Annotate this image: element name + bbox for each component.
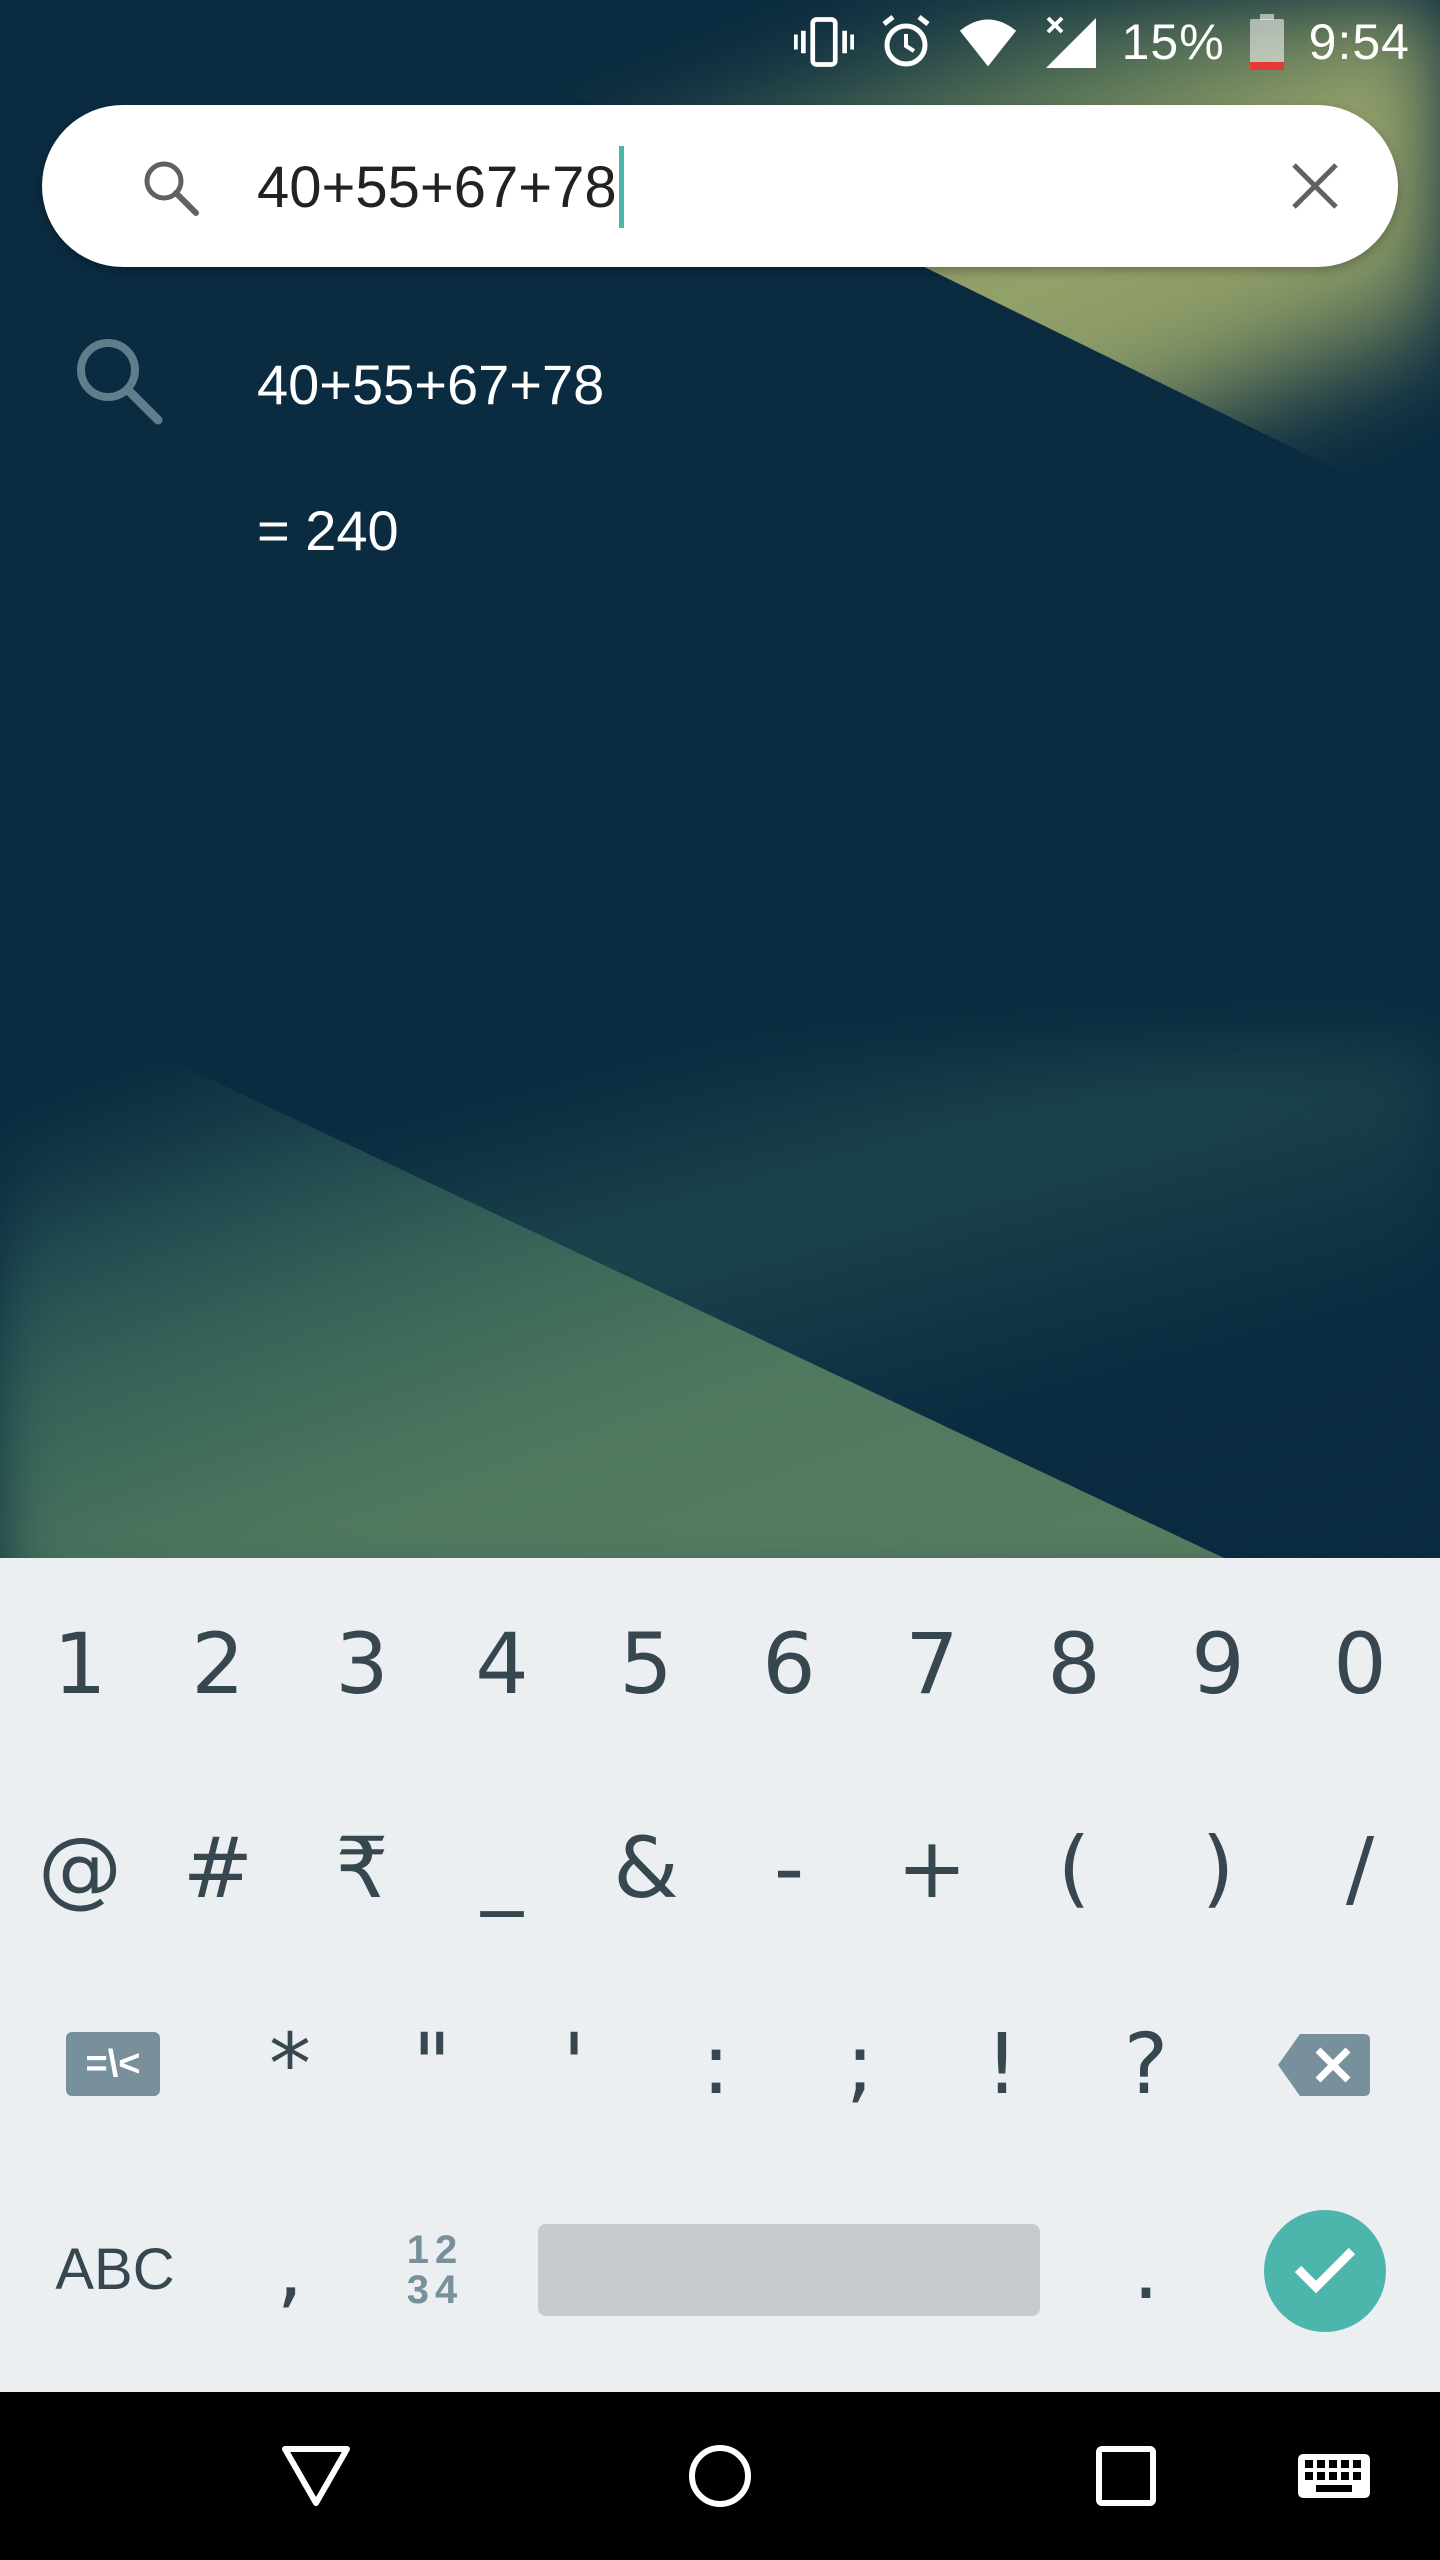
clear-search-button[interactable] — [1280, 151, 1350, 221]
key-digit-9[interactable]: 9 — [1148, 1579, 1288, 1749]
key-at[interactable]: @ — [10, 1783, 150, 1953]
clock: 9:54 — [1308, 14, 1410, 70]
key-plus[interactable]: + — [862, 1783, 1002, 1953]
key-digit-7[interactable]: 7 — [862, 1579, 1002, 1749]
enter-key[interactable] — [1264, 2210, 1386, 2332]
symbols-mode-key[interactable]: =\< — [66, 2032, 160, 2096]
numpad-key[interactable]: 12 34 — [380, 2220, 490, 2320]
navigation-bar — [0, 2392, 1440, 2560]
status-bar: 15% 9:54 — [0, 0, 1440, 84]
key-digit-5[interactable]: 5 — [576, 1579, 716, 1749]
text-caret — [618, 146, 624, 228]
key-semicolon[interactable]: ; — [790, 1979, 930, 2149]
battery-icon — [1247, 12, 1287, 72]
key-hash[interactable]: # — [148, 1783, 288, 1953]
key-rupee[interactable]: ₹ — [292, 1783, 432, 1953]
key-digit-0[interactable]: 0 — [1290, 1579, 1430, 1749]
key-digit-3[interactable]: 3 — [292, 1579, 432, 1749]
search-bar[interactable]: 40+55+67+78 — [42, 105, 1398, 267]
wifi-icon — [958, 12, 1018, 72]
key-digit-2[interactable]: 2 — [148, 1579, 288, 1749]
search-query-text: 40+55+67+78 — [257, 154, 617, 220]
key-digit-6[interactable]: 6 — [719, 1579, 859, 1749]
cell-signal-icon — [1040, 12, 1100, 72]
key-exclamation[interactable]: ! — [932, 1979, 1072, 2149]
period-key[interactable]: . — [1076, 2184, 1216, 2354]
key-digit-1[interactable]: 1 — [10, 1579, 150, 1749]
search-icon — [70, 332, 170, 432]
key-open-paren[interactable]: ( — [1004, 1783, 1144, 1953]
keyboard-switch-icon[interactable] — [1294, 2436, 1374, 2516]
key-double-quote[interactable]: " — [362, 1979, 502, 2149]
key-close-paren[interactable]: ) — [1148, 1783, 1288, 1953]
back-icon[interactable] — [276, 2436, 356, 2516]
key-asterisk[interactable]: * — [220, 1979, 360, 2149]
suggestion-text: 40+55+67+78 — [257, 353, 605, 416]
recents-icon[interactable] — [1086, 2436, 1166, 2516]
battery-percent: 15% — [1121, 14, 1225, 70]
alarm-icon — [876, 12, 936, 72]
comma-key[interactable]: , — [220, 2184, 360, 2354]
key-single-quote[interactable]: ' — [504, 1979, 644, 2149]
key-ampersand[interactable]: & — [576, 1783, 716, 1953]
numpad-key-top: 12 — [406, 2228, 464, 2272]
key-question[interactable]: ? — [1076, 1979, 1216, 2149]
key-digit-8[interactable]: 8 — [1004, 1579, 1144, 1749]
key-colon[interactable]: : — [646, 1979, 786, 2149]
abc-key[interactable]: ABC — [20, 2184, 210, 2354]
backspace-key[interactable] — [1278, 2034, 1370, 2096]
key-minus[interactable]: - — [719, 1783, 859, 1953]
space-key[interactable] — [538, 2224, 1040, 2316]
vibrate-icon — [793, 12, 854, 72]
calculation-result[interactable]: = 240 — [257, 498, 399, 563]
key-digit-4[interactable]: 4 — [432, 1579, 572, 1749]
key-slash[interactable]: / — [1290, 1783, 1430, 1953]
checkmark-icon — [1290, 2241, 1360, 2302]
search-input[interactable]: 40+55+67+78 — [257, 146, 624, 228]
numpad-key-bottom: 34 — [406, 2268, 464, 2312]
key-underscore[interactable]: _ — [432, 1783, 572, 1953]
search-suggestion[interactable]: 40+55+67+78 — [0, 300, 1440, 460]
search-icon — [140, 157, 200, 217]
home-icon[interactable] — [680, 2436, 760, 2516]
